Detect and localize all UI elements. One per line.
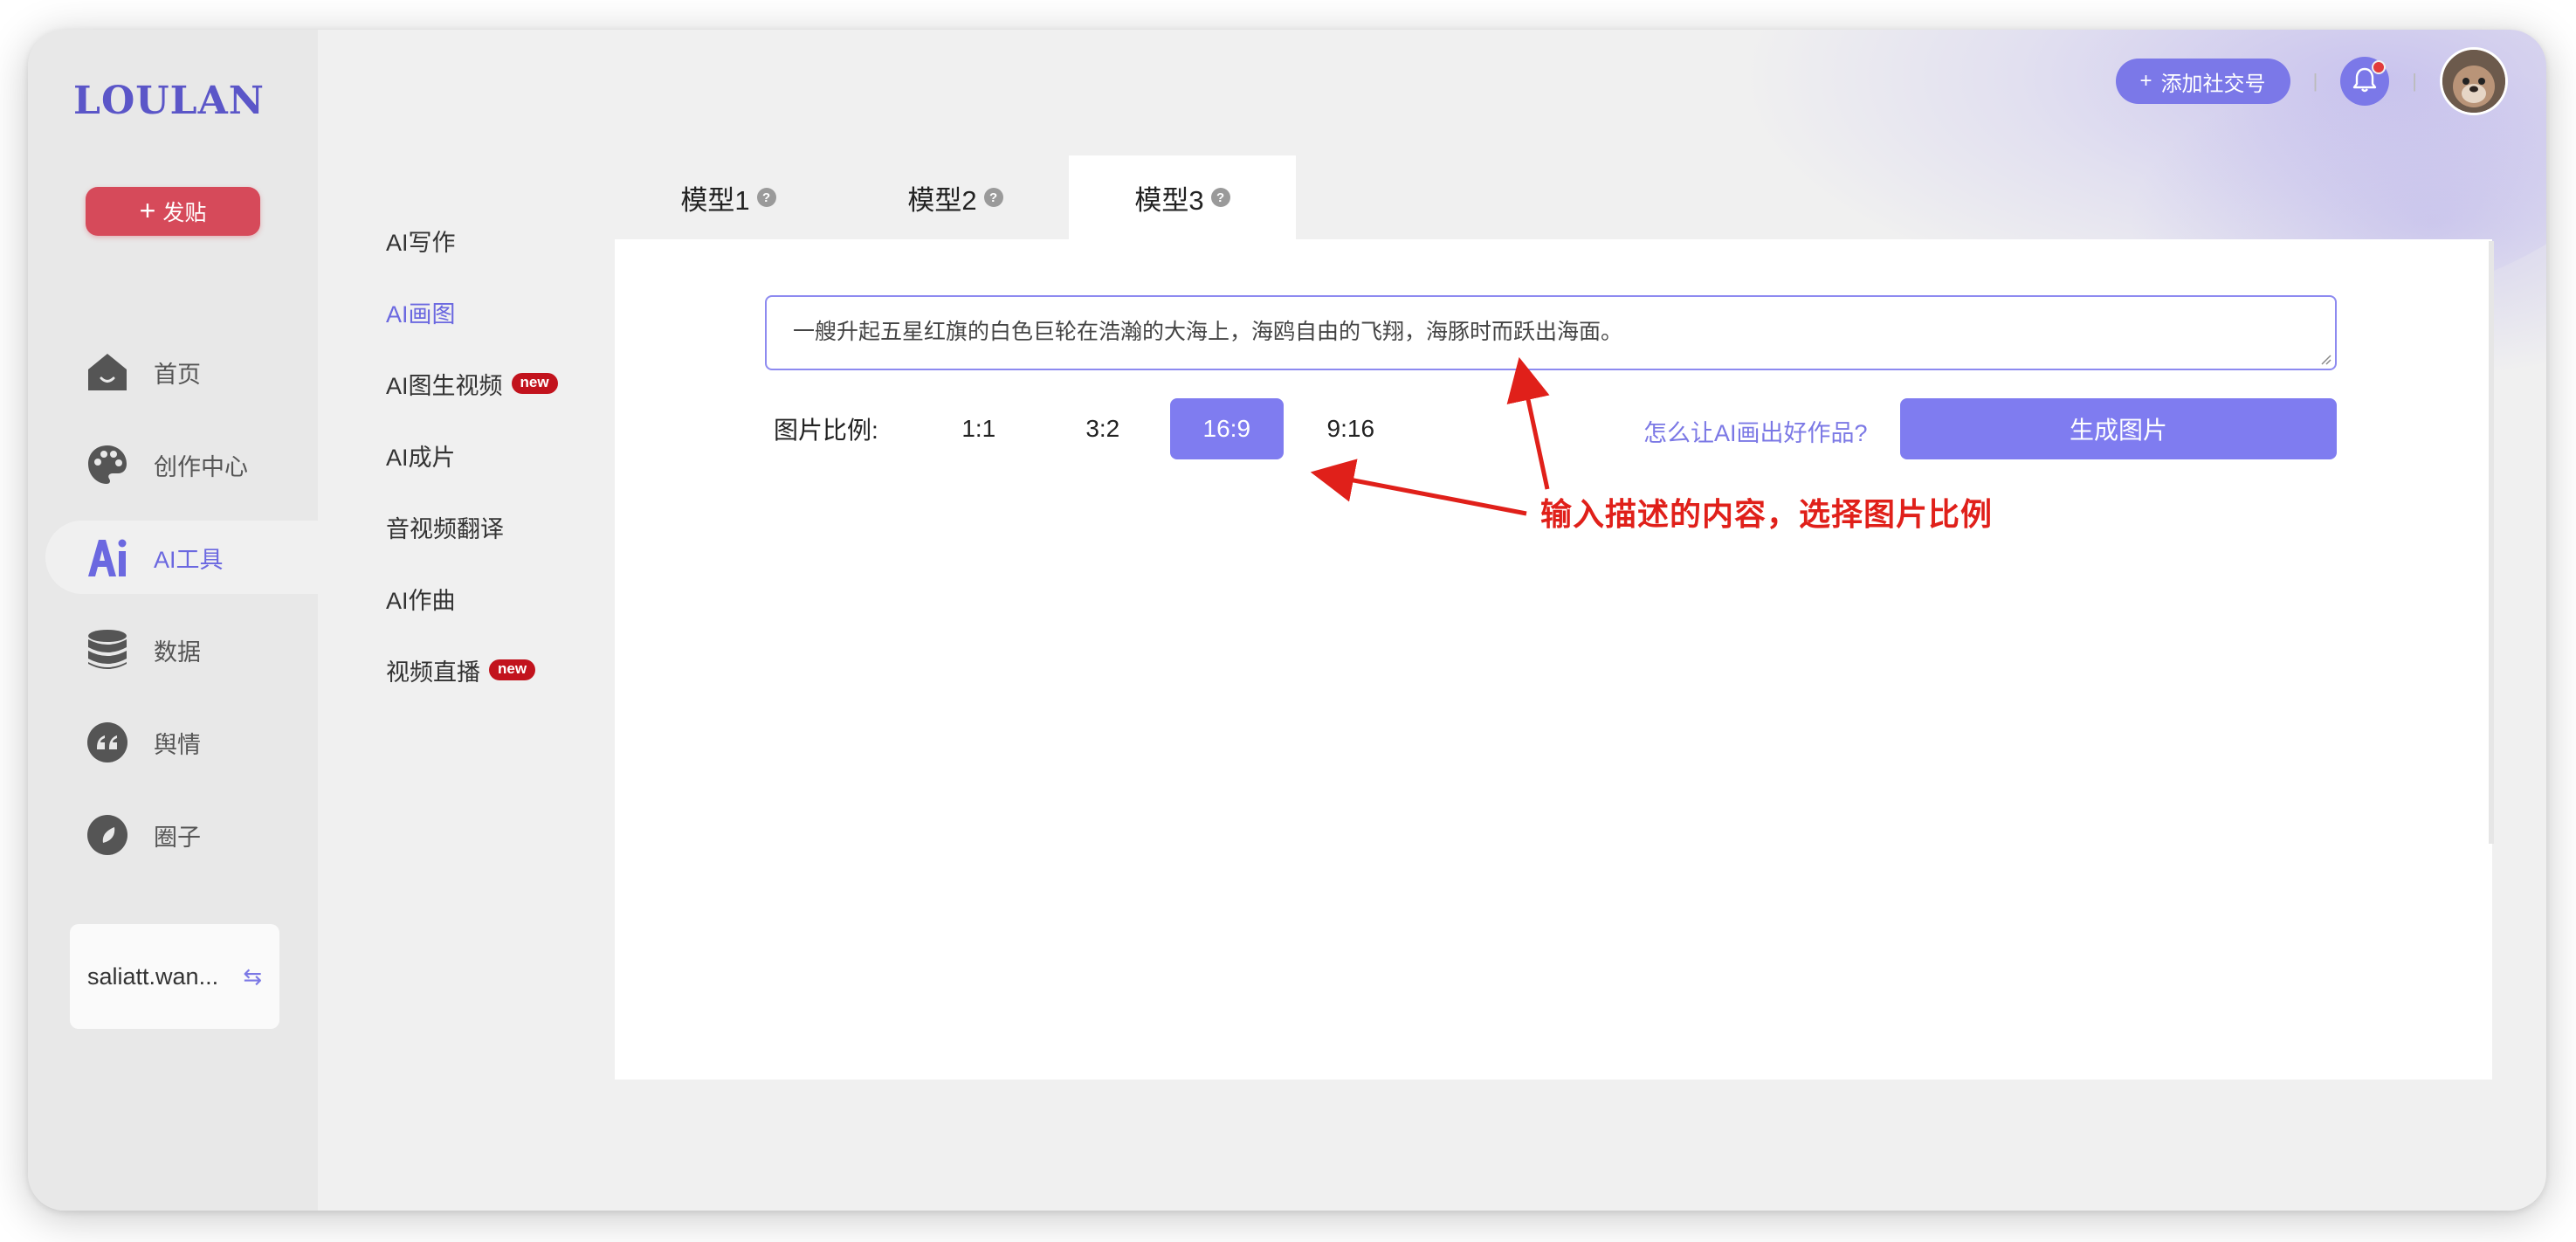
tab-model-1[interactable]: 模型1 ? — [615, 155, 842, 239]
submenu-item-label: 音视频翻译 — [386, 515, 504, 542]
switch-account-icon[interactable]: ⇆ — [243, 963, 262, 990]
prompt-textarea[interactable]: 一艘升起五星红旗的白色巨轮在浩瀚的大海上，海鸥自由的飞翔，海豚时而跃出海面。 — [765, 295, 2337, 370]
sidebar: LOULAN + 发贴 首页 创作中心 AI工具 数据 舆情 圈子 saliat… — [28, 30, 342, 1211]
submenu-item-label: AI作曲 — [386, 587, 456, 614]
user-avatar[interactable] — [2440, 47, 2508, 115]
help-icon[interactable]: ? — [1210, 188, 1230, 207]
ratio-option-3-2[interactable]: 3:2 — [1046, 398, 1160, 459]
tab-label: 模型1 — [680, 184, 750, 216]
new-badge: new — [489, 659, 536, 681]
app-logo[interactable]: LOULAN — [73, 79, 265, 123]
sidebar-item-creation-center[interactable]: 创作中心 — [45, 428, 342, 501]
sidebar-item-label: 创作中心 — [154, 453, 248, 480]
generate-image-button[interactable]: 生成图片 — [1900, 398, 2337, 459]
drawing-tips-link[interactable]: 怎么让AI画出好作品? — [1643, 414, 1868, 448]
submenu-item-label: AI写作 — [386, 229, 456, 256]
sidebar-item-data[interactable]: 数据 — [45, 613, 342, 687]
ratio-option-16-9[interactable]: 16:9 — [1169, 398, 1284, 459]
model-tabs: 模型1 ? 模型2 ? 模型3 ? — [615, 155, 1296, 239]
sidebar-item-home[interactable]: 首页 — [45, 335, 342, 409]
plus-icon: + — [139, 194, 156, 226]
new-badge: new — [511, 372, 558, 395]
add-social-label: 添加社交号 — [2160, 72, 2266, 96]
sidebar-item-label: 舆情 — [154, 731, 201, 758]
sidebar-item-ai-tools[interactable]: AI工具 — [45, 521, 342, 594]
compass-icon — [86, 813, 129, 857]
resize-handle-icon[interactable] — [2319, 353, 2331, 365]
sidebar-nav: 首页 创作中心 AI工具 数据 舆情 圈子 — [45, 335, 342, 891]
submenu-item-live-video[interactable]: 视频直播 new — [386, 634, 558, 706]
post-button[interactable]: + 发贴 — [86, 187, 260, 236]
account-name: saliatt.wan... — [87, 963, 219, 990]
sidebar-item-label: 首页 — [154, 361, 201, 388]
submenu-item-ai-video[interactable]: AI成片 — [386, 419, 558, 491]
ratio-option-1-1[interactable]: 1:1 — [922, 398, 1036, 459]
submenu-item-av-translation[interactable]: 音视频翻译 — [386, 491, 558, 562]
sidebar-item-label: 圈子 — [154, 824, 201, 851]
sidebar-item-circle[interactable]: 圈子 — [45, 798, 342, 872]
submenu-item-ai-music[interactable]: AI作曲 — [386, 562, 558, 634]
ratio-option-9-16[interactable]: 9:16 — [1294, 398, 1408, 459]
palette-icon — [86, 443, 129, 486]
submenu-item-ai-image-to-video[interactable]: AI图生视频 new — [386, 348, 558, 419]
quote-icon — [86, 721, 129, 764]
plus-icon: + — [2139, 69, 2152, 93]
help-icon[interactable]: ? — [983, 188, 1003, 207]
panel-scrollbar[interactable] — [2489, 241, 2494, 844]
submenu-item-label: AI画图 — [386, 300, 456, 328]
submenu-item-ai-writing[interactable]: AI写作 — [386, 204, 558, 276]
notification-button[interactable] — [2340, 57, 2390, 106]
submenu-item-label: 视频直播 — [386, 659, 480, 686]
tab-label: 模型3 — [1134, 184, 1204, 216]
sidebar-item-public-opinion[interactable]: 舆情 — [45, 706, 342, 779]
header-actions: + 添加社交号 | | — [2115, 47, 2508, 115]
annotation-text: 输入描述的内容，选择图片比例 — [1540, 496, 1994, 532]
unread-badge — [2372, 60, 2387, 74]
ai-icon — [86, 535, 129, 579]
ai-tools-submenu: AI写作 AI画图 AI图生视频 new AI成片 音视频翻译 AI作曲 视频直… — [386, 204, 558, 706]
divider: | — [2312, 70, 2318, 92]
account-switcher[interactable]: saliatt.wan... ⇆ — [70, 924, 279, 1029]
submenu-item-ai-drawing[interactable]: AI画图 — [386, 276, 558, 348]
tab-model-3[interactable]: 模型3 ? — [1069, 155, 1296, 239]
prompt-value: 一艘升起五星红旗的白色巨轮在浩瀚的大海上，海鸥自由的飞翔，海豚时而跃出海面。 — [793, 320, 1623, 344]
ratio-selector: 图片比例: 1:1 3:2 16:9 9:16 — [774, 398, 1418, 459]
help-icon[interactable]: ? — [756, 188, 776, 207]
tab-label: 模型2 — [907, 184, 977, 216]
sidebar-item-label: AI工具 — [154, 546, 224, 573]
ratio-label: 图片比例: — [774, 417, 878, 444]
submenu-item-label: AI图生视频 — [386, 372, 503, 399]
submenu-item-label: AI成片 — [386, 444, 456, 471]
database-icon — [86, 628, 129, 672]
add-social-account-button[interactable]: + 添加社交号 — [2115, 59, 2290, 104]
divider: | — [2412, 70, 2417, 92]
tab-model-2[interactable]: 模型2 ? — [842, 155, 1069, 239]
sidebar-item-label: 数据 — [154, 638, 201, 666]
post-button-label: 发贴 — [162, 201, 207, 225]
home-icon — [86, 350, 129, 394]
